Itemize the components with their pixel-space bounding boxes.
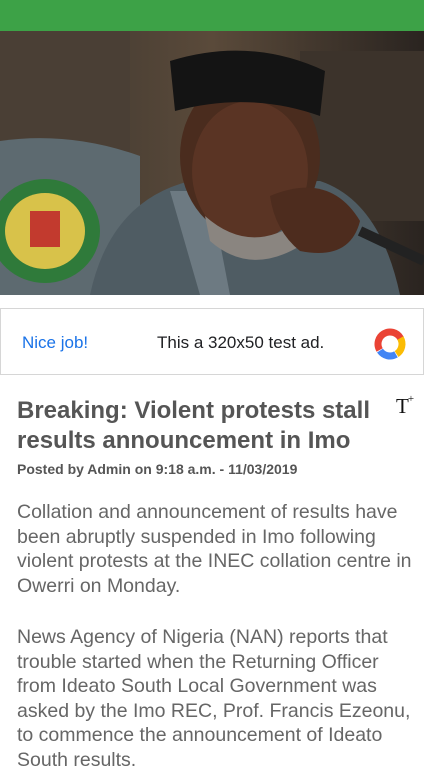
- ad-nice-job-label: Nice job!: [22, 333, 89, 352]
- text-size-plus: +: [407, 393, 415, 405]
- ad-logo-icon: [374, 328, 406, 360]
- article-paragraph: News Agency of Nigeria (NAN) reports tha…: [17, 626, 411, 771]
- ad-text: This a 320x50 test ad.: [157, 333, 325, 352]
- text-size-label: T: [396, 394, 409, 418]
- banner-ad[interactable]: Nice job! This a 320x50 test ad.: [0, 308, 424, 375]
- article-paragraph: Collation and announcement of results ha…: [17, 501, 412, 597]
- text-size-icon[interactable]: T+: [396, 393, 418, 418]
- app-top-bar: [0, 0, 424, 31]
- article-title: Breaking: Violent protests stall results…: [17, 397, 370, 454]
- article-meta: Posted by Admin on 9:18 a.m. - 11/03/201…: [17, 461, 298, 477]
- article-hero-image: [0, 31, 424, 295]
